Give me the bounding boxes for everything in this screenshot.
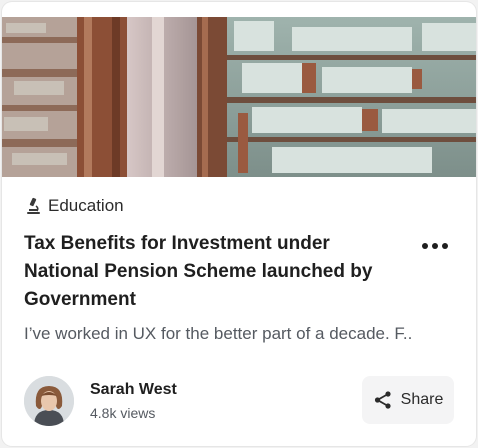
microscope-icon — [24, 197, 42, 215]
article-title[interactable]: Tax Benefits for Investment under Nation… — [24, 230, 384, 314]
category-label: Education — [48, 196, 124, 215]
share-icon — [373, 390, 393, 410]
more-dot — [432, 243, 438, 249]
author-name[interactable]: Sarah West — [90, 380, 177, 400]
category-tag[interactable]: Education — [24, 196, 124, 216]
hero-image — [2, 17, 476, 177]
author-info: Sarah West 4.8k views — [90, 380, 177, 422]
avatar[interactable] — [24, 376, 74, 426]
view-count: 4.8k views — [90, 405, 156, 421]
more-options-button[interactable] — [420, 238, 450, 254]
article-excerpt: I’ve worked in UX for the better part of… — [24, 324, 413, 343]
share-button[interactable]: Share — [362, 376, 454, 424]
more-horizontal-icon — [422, 243, 428, 249]
article-card[interactable]: Education Tax Benefits for Investment un… — [2, 2, 476, 446]
share-label: Share — [400, 391, 444, 408]
author-block[interactable]: Sarah West 4.8k views — [24, 376, 177, 426]
more-dot — [442, 243, 448, 249]
